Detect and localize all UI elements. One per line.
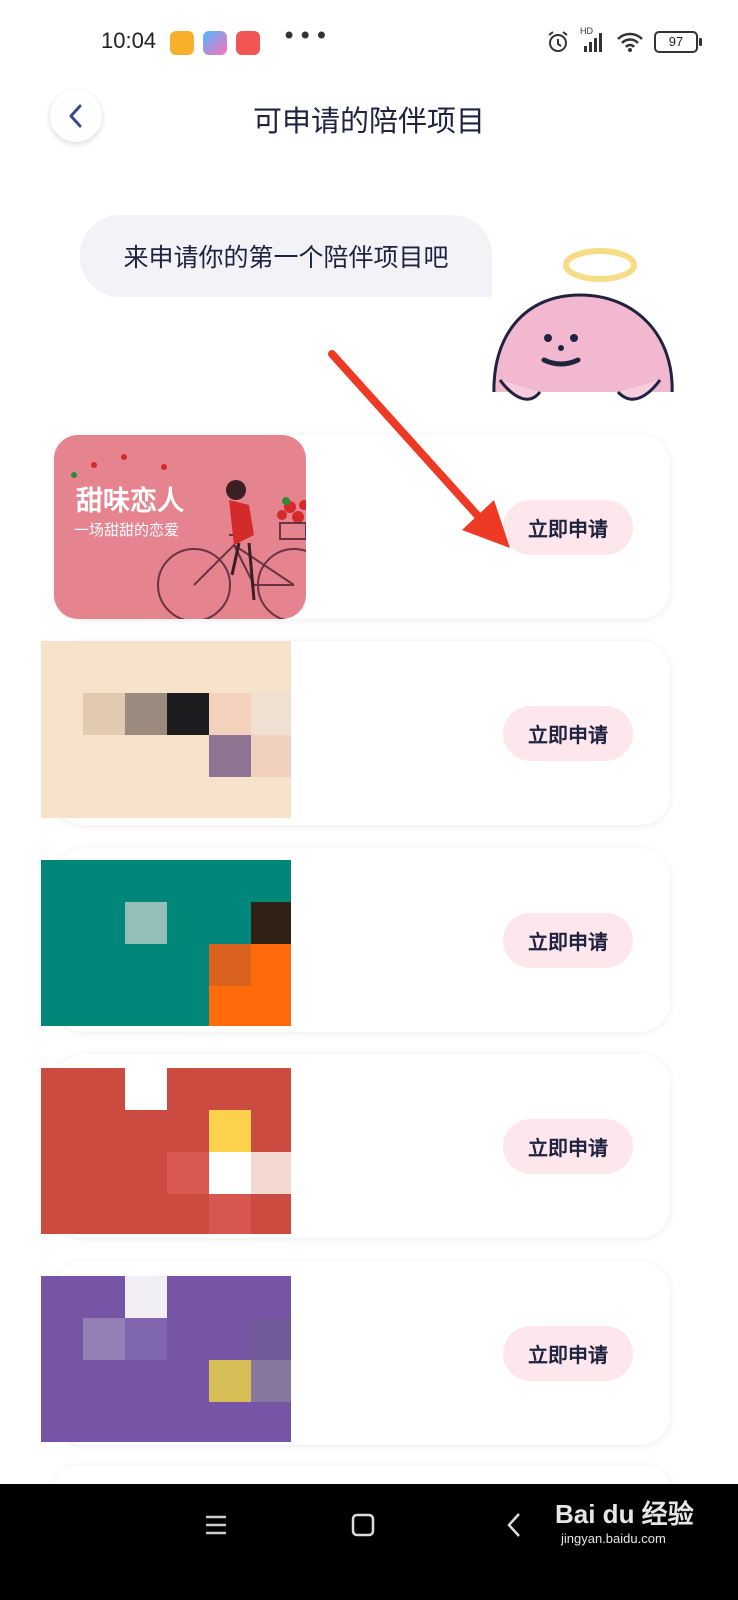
back-nav-icon[interactable] <box>505 1511 523 1539</box>
home-icon[interactable] <box>350 1512 376 1538</box>
menu-icon[interactable] <box>204 1514 228 1536</box>
watermark-brand: Bai du 经验 <box>555 1499 694 1529</box>
annotation-arrow <box>328 350 510 548</box>
watermark-url: jingyan.baidu.com <box>561 1531 666 1546</box>
baidu-watermark: Bai du 经验 jingyan.baidu.com <box>555 1494 725 1574</box>
